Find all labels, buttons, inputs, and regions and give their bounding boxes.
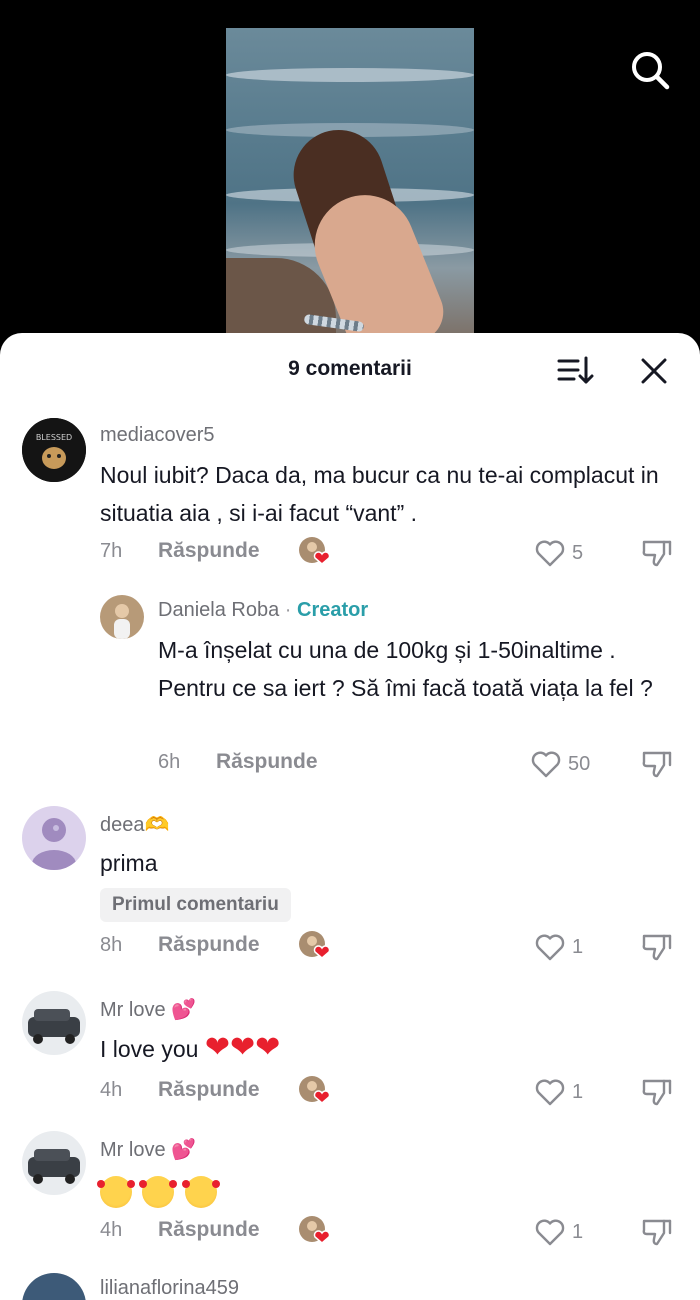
like-button[interactable]: 5	[534, 538, 583, 568]
comments-header: 9 comentarii	[0, 333, 700, 405]
comment-item: BLESSED mediacover5 Noul iubit? Daca da,…	[0, 418, 700, 578]
comment-time: 4h	[100, 1219, 123, 1241]
thumbs-down-icon[interactable]	[640, 1215, 674, 1247]
creator-liked-avatar	[298, 930, 332, 960]
heart-outline-icon	[535, 1079, 565, 1106]
reply-button[interactable]: Răspunde	[158, 1218, 260, 1242]
sort-icon[interactable]	[556, 353, 594, 387]
reply-button[interactable]: Răspunde	[158, 933, 260, 957]
comments-sheet: 9 comentarii BLESSED mediacover5 Noul iu…	[0, 333, 700, 1300]
like-count: 50	[568, 752, 591, 775]
like-button[interactable]: 1	[534, 1077, 583, 1107]
comment-username[interactable]: Mr love 💕	[100, 997, 196, 1022]
thumbs-down-icon[interactable]	[640, 536, 674, 568]
avatar[interactable]	[100, 595, 144, 639]
comment-time: 4h	[100, 1079, 123, 1101]
smiling-face-with-hearts-emoji	[97, 1175, 135, 1208]
like-count: 1	[572, 935, 584, 958]
comment-text: I love you ❤❤❤	[100, 1029, 660, 1068]
comment-count-title: 9 comentarii	[288, 357, 412, 380]
comment-time: 7h	[100, 540, 123, 562]
avatar[interactable]	[22, 991, 86, 1055]
comment-text: M-a înșelat cu una de 100kg și 1-50inalt…	[158, 637, 653, 701]
heart-outline-icon	[531, 751, 561, 778]
comment-text: prima	[100, 850, 158, 876]
comment-text-value: I love you	[100, 1036, 199, 1062]
creator-liked-avatar	[298, 1075, 332, 1105]
like-count: 1	[572, 1080, 584, 1103]
smiling-face-with-hearts-emoji	[181, 1175, 220, 1208]
like-count: 5	[572, 541, 584, 564]
first-comment-badge: Primul comentariu	[100, 888, 291, 922]
reply-button[interactable]: Răspunde	[158, 1078, 260, 1102]
thumbs-down-icon[interactable]	[640, 747, 674, 779]
comment-time: 6h	[158, 751, 181, 773]
comment-username[interactable]: mediacover5	[100, 424, 215, 447]
close-icon[interactable]	[636, 353, 672, 389]
reply-button[interactable]: Răspunde	[158, 539, 260, 563]
separator-dot: ·	[284, 599, 292, 621]
comment-item: Mr love 💕 4h Răspunde 1	[0, 1131, 700, 1261]
comment-text	[97, 1171, 660, 1209]
video-thumbnail[interactable]	[226, 28, 474, 348]
creator-liked-avatar	[298, 536, 332, 566]
reply-button[interactable]: Răspunde	[216, 750, 318, 774]
reply-comment-item: Daniela Roba · Creator M-a înșelat cu un…	[0, 595, 700, 785]
svg-text:BLESSED: BLESSED	[36, 433, 72, 442]
like-button[interactable]: 1	[534, 1217, 583, 1247]
creator-label: Creator	[297, 599, 369, 621]
comment-item: deea🫶 prima Primul comentariu 8h Răspund…	[0, 806, 700, 966]
heart-outline-icon	[535, 1219, 565, 1246]
comment-username[interactable]: deea🫶	[100, 812, 169, 837]
heart-outline-icon	[535, 540, 565, 567]
creator-liked-avatar	[298, 1215, 332, 1245]
avatar[interactable]	[22, 1131, 86, 1195]
comment-username[interactable]: Daniela Roba · Creator	[158, 599, 368, 622]
comment-username-text[interactable]: Daniela Roba	[158, 599, 279, 621]
like-button[interactable]: 1	[534, 932, 583, 962]
avatar[interactable]	[22, 1273, 86, 1300]
smiling-face-with-hearts-emoji	[139, 1175, 178, 1208]
like-button[interactable]: 50	[530, 749, 590, 779]
red-heart-emoji: ❤❤❤	[204, 1031, 281, 1064]
comment-time: 8h	[100, 934, 123, 956]
thumbs-down-icon[interactable]	[640, 930, 674, 962]
search-icon[interactable]	[628, 48, 672, 92]
comment-username[interactable]: Mr love 💕	[100, 1137, 196, 1162]
heart-outline-icon	[535, 934, 565, 961]
comment-item: lilianaflorina459	[0, 1273, 700, 1300]
comment-username[interactable]: lilianaflorina459	[100, 1277, 239, 1300]
video-player[interactable]	[0, 0, 700, 360]
avatar[interactable]	[22, 806, 86, 870]
like-count: 1	[572, 1220, 584, 1243]
comment-item: Mr love 💕 I love you ❤❤❤ 4h Răspunde 1	[0, 991, 700, 1121]
thumbs-down-icon[interactable]	[640, 1075, 674, 1107]
comment-text: Noul iubit? Daca da, ma bucur ca nu te-a…	[100, 462, 659, 526]
avatar[interactable]: BLESSED	[22, 418, 86, 482]
